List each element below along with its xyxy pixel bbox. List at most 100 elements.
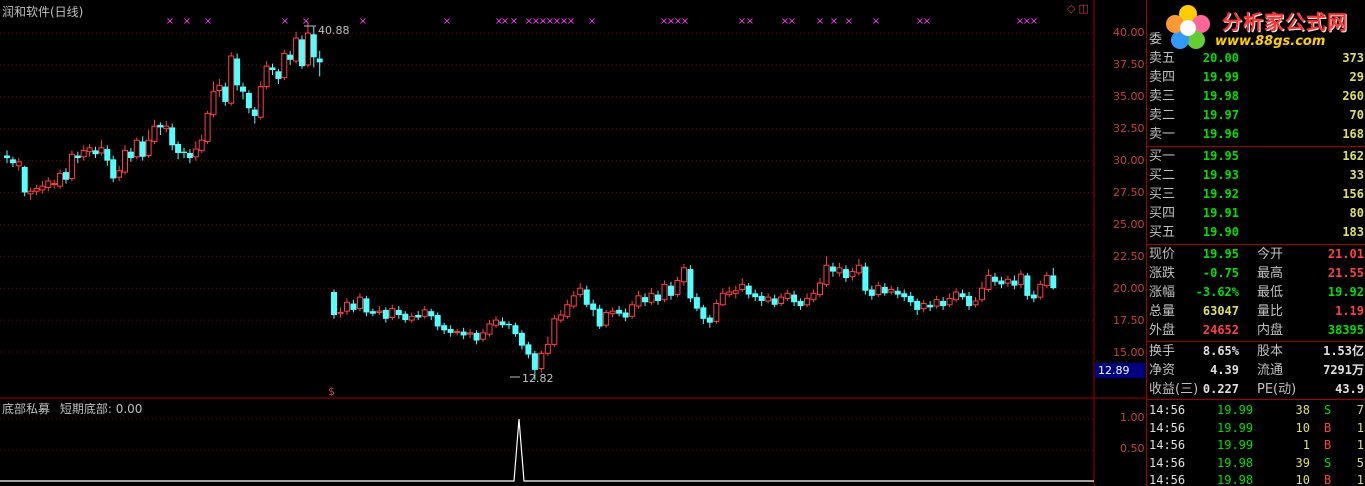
candle-body (894, 290, 901, 295)
signal-x-mark: × (830, 16, 838, 27)
candle-body (642, 297, 649, 303)
candle-body (395, 309, 402, 315)
stat-row: 现价 19.95 今开 21.01 (1147, 245, 1365, 264)
candle-body (145, 139, 152, 156)
price-axis-tick: 15.00 (1113, 346, 1145, 359)
candle-body (842, 269, 849, 278)
tick-count: 1 (1356, 420, 1364, 435)
candle-body (557, 314, 564, 321)
candle-body (473, 332, 480, 341)
indicator-axis-tick: 1.00 (1120, 411, 1145, 424)
ask-price: 19.98 (1202, 89, 1239, 103)
chart-corner-icons[interactable]: ◇ ◫ (1067, 2, 1089, 15)
stat-row: 涨跌 -0.75 最高 21.55 (1147, 264, 1365, 283)
signal-x-mark: × (183, 16, 191, 27)
tick-time: 14:56 (1149, 438, 1186, 452)
high-annotation: 40.88 (318, 24, 350, 37)
candle-body (169, 127, 176, 146)
candle-body (382, 309, 389, 319)
stat-label-2: 内盘 (1257, 323, 1284, 338)
candle-body (927, 304, 934, 308)
candle-body (86, 147, 93, 153)
candle-body (635, 295, 642, 307)
candle-body (732, 290, 739, 294)
candle-body (752, 293, 759, 298)
tick-side: B (1324, 438, 1332, 452)
candle-body (518, 332, 525, 346)
candle-body (570, 295, 577, 307)
candle-body (27, 190, 34, 195)
candle-body (512, 325, 519, 335)
signal-x-mark: × (845, 16, 853, 27)
candle-body (959, 293, 966, 298)
candle-body (222, 86, 229, 102)
candle-body (15, 161, 22, 167)
candle-body (434, 314, 441, 327)
stat-label-2: 量比 (1257, 304, 1284, 319)
candle-body (486, 323, 493, 335)
chart-canvas[interactable]: × × × × × × × ×× × ××××××× × ×××× × × ×× × × × × ×× ××× (0, 0, 1146, 486)
candle-body (369, 311, 376, 314)
candle-body (914, 300, 921, 310)
price-axis-tick: 35.00 (1113, 90, 1145, 103)
price-axis-tick: 30.00 (1113, 154, 1145, 167)
candle-body (946, 297, 953, 306)
candle-body (57, 172, 64, 187)
bid-price: 19.93 (1202, 168, 1239, 182)
signal-x-mark: × (510, 16, 518, 27)
fund-label: 净资 (1149, 363, 1176, 378)
candle-body (1037, 283, 1044, 298)
stat-value-2: 21.55 (1327, 266, 1364, 280)
candle-body (415, 314, 422, 318)
candle-body (648, 292, 655, 303)
candle-body (888, 288, 895, 293)
candle-body (269, 67, 276, 71)
tick-price: 19.99 (1217, 420, 1254, 435)
ask-price: 19.96 (1202, 127, 1239, 141)
candle-body (655, 294, 661, 301)
candle-body (972, 300, 979, 306)
candle-body (875, 285, 882, 296)
candle-body (210, 91, 217, 116)
candle-body (1043, 274, 1050, 287)
candle-body (726, 291, 733, 296)
signal-x-mark: × (567, 16, 575, 27)
candle-body (505, 323, 512, 326)
ask-label: 卖四 (1149, 70, 1176, 85)
signal-x-mark: × (872, 16, 880, 27)
fund-label-2: 股本 (1257, 344, 1284, 359)
signal-x-mark: × (302, 16, 310, 27)
tick-time: 14:56 (1149, 403, 1186, 417)
candle-body (304, 32, 311, 66)
bid-row: 买二 19.93 33 (1147, 166, 1365, 185)
tick-row: 14:56 19.98 39 S 5 (1147, 454, 1365, 472)
fund-value-2: 1.53亿 (1323, 344, 1364, 358)
candle-body (667, 285, 674, 296)
candle-body (240, 86, 246, 92)
price-axis-tick: 40.00 (1113, 26, 1145, 39)
tick-row: 14:56 19.99 38 S 7 (1147, 401, 1365, 419)
stat-value: 63047 (1202, 304, 1239, 318)
candle-body (331, 292, 337, 315)
candle-body (862, 266, 869, 291)
kline-chart-area[interactable]: × × × × × × × × × × × × × × × × × × × × × × × × × × × × × × × × × × × 润和软件… (0, 0, 1146, 486)
candle-body (428, 311, 435, 317)
tick-side: S (1324, 455, 1332, 470)
restore-icon[interactable]: ◫ (1078, 2, 1088, 15)
tick-count: 1 (1356, 473, 1364, 486)
tick-time: 14:56 (1149, 473, 1186, 486)
tick-price: 19.98 (1217, 473, 1254, 486)
candle-body (881, 286, 888, 294)
ask-volume: 260 (1342, 89, 1364, 103)
bid-volume: 162 (1342, 149, 1364, 163)
tick-side: S (1324, 403, 1332, 417)
bid-row: 买四 19.91 80 (1147, 204, 1365, 223)
candle-body (80, 149, 87, 158)
tick-side: B (1324, 420, 1332, 435)
stat-value: -3.62% (1195, 285, 1239, 299)
diamond-icon[interactable]: ◇ (1067, 2, 1075, 15)
candle-body (538, 352, 545, 370)
candle-body (564, 304, 571, 317)
stat-label: 总量 (1149, 304, 1176, 319)
candle-body (544, 343, 551, 354)
